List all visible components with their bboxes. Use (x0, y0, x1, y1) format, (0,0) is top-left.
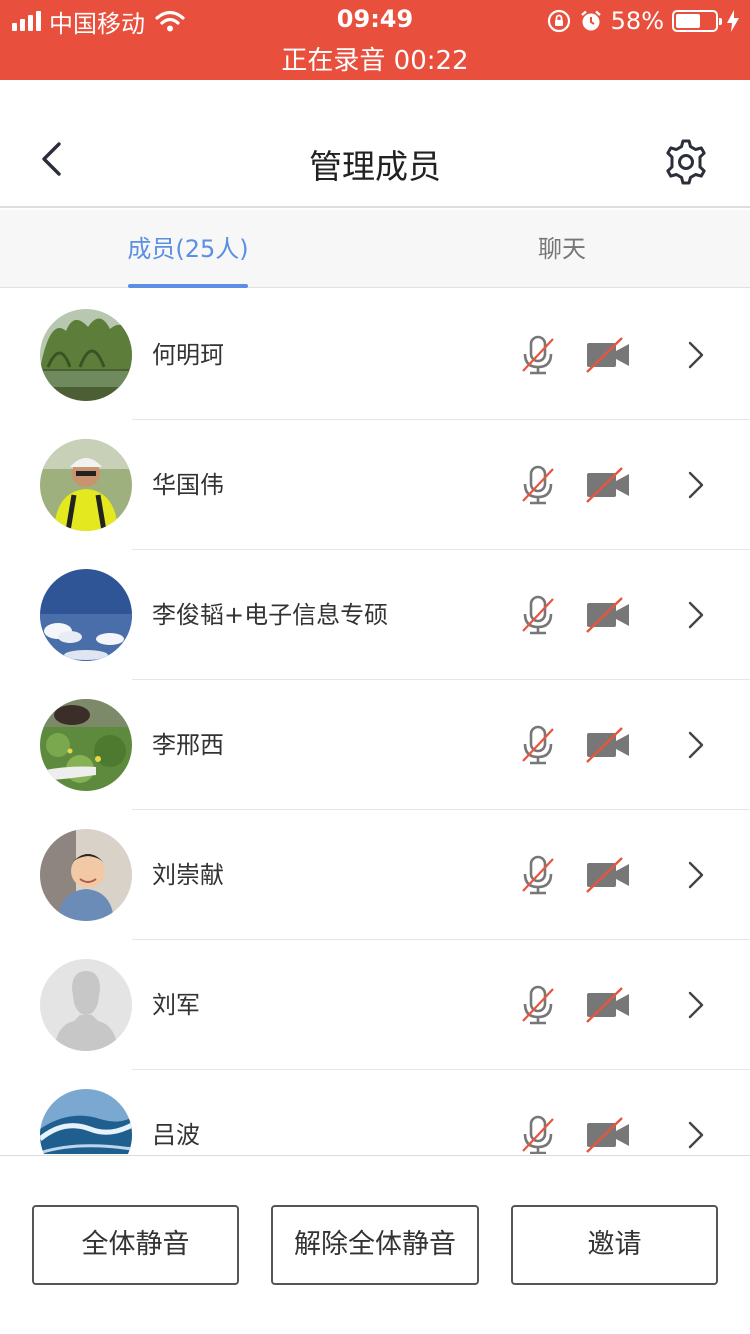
tab-members-label: 成员(25人) (127, 235, 249, 263)
camera-off-icon[interactable] (586, 987, 630, 1023)
screen: 中国移动 09:49 58% 正在录音 00:22 管理成员 成员(25人) 聊… (0, 0, 750, 1334)
member-row[interactable]: 刘军 (0, 940, 750, 1070)
camera-off-icon[interactable] (586, 857, 630, 893)
avatar (40, 569, 132, 661)
battery-percent: 58% (610, 7, 664, 35)
avatar (40, 699, 132, 791)
chevron-right-icon[interactable] (684, 730, 708, 760)
camera-off-icon[interactable] (586, 597, 630, 633)
member-name: 刘崇献 (152, 861, 224, 889)
camera-off-icon[interactable] (586, 337, 630, 373)
member-list[interactable]: 何明珂 华国伟 李俊韬+电子信息专硕 李邢西 刘崇献 刘军 吕波 (0, 290, 750, 1154)
chevron-right-icon[interactable] (684, 1120, 708, 1150)
member-name: 李俊韬+电子信息专硕 (152, 601, 389, 629)
charging-icon (727, 10, 739, 32)
camera-off-icon[interactable] (586, 727, 630, 763)
chevron-right-icon[interactable] (684, 340, 708, 370)
mic-muted-icon[interactable] (518, 725, 558, 765)
member-row[interactable]: 刘崇献 (0, 810, 750, 940)
avatar (40, 309, 132, 401)
avatar (40, 1089, 132, 1154)
invite-button[interactable]: 邀请 (511, 1205, 718, 1285)
chevron-right-icon[interactable] (684, 470, 708, 500)
member-name: 刘军 (152, 991, 200, 1019)
member-name: 吕波 (152, 1121, 200, 1149)
bottom-action-bar: 全体静音 解除全体静音 邀请 (0, 1155, 750, 1334)
mic-muted-icon[interactable] (518, 595, 558, 635)
chevron-right-icon[interactable] (684, 600, 708, 630)
member-name: 何明珂 (152, 341, 224, 369)
mic-muted-icon[interactable] (518, 335, 558, 375)
tab-chat-label: 聊天 (538, 235, 586, 263)
chevron-right-icon[interactable] (684, 860, 708, 890)
mic-muted-icon[interactable] (518, 465, 558, 505)
member-row[interactable]: 李俊韬+电子信息专硕 (0, 550, 750, 680)
avatar (40, 829, 132, 921)
status-bar: 中国移动 09:49 58% 正在录音 00:22 (0, 0, 750, 80)
chevron-right-icon[interactable] (684, 990, 708, 1020)
tab-bar: 成员(25人) 聊天 (0, 210, 750, 288)
nav-bar: 管理成员 (0, 80, 750, 208)
member-row[interactable]: 李邢西 (0, 680, 750, 810)
mute-all-button[interactable]: 全体静音 (32, 1205, 239, 1285)
member-name: 华国伟 (152, 471, 224, 499)
active-tab-indicator (128, 284, 248, 288)
member-name: 李邢西 (152, 731, 224, 759)
tab-members[interactable]: 成员(25人) (98, 210, 278, 288)
status-right: 58% (547, 6, 740, 36)
mic-muted-icon[interactable] (518, 855, 558, 895)
recording-indicator[interactable]: 正在录音 00:22 (0, 40, 750, 77)
member-row[interactable]: 吕波 (0, 1070, 750, 1154)
mic-muted-icon[interactable] (518, 1115, 558, 1154)
member-row[interactable]: 何明珂 (0, 290, 750, 420)
settings-gear-icon[interactable] (662, 138, 710, 186)
mic-muted-icon[interactable] (518, 985, 558, 1025)
rotation-lock-icon (547, 9, 570, 33)
alarm-icon (580, 10, 601, 31)
avatar (40, 959, 132, 1051)
camera-off-icon[interactable] (586, 1117, 630, 1153)
battery-icon (672, 10, 722, 32)
tab-chat[interactable]: 聊天 (472, 210, 652, 288)
member-row[interactable]: 华国伟 (0, 420, 750, 550)
unmute-all-button[interactable]: 解除全体静音 (271, 1205, 479, 1285)
avatar (40, 439, 132, 531)
page-title: 管理成员 (309, 147, 441, 186)
camera-off-icon[interactable] (586, 467, 630, 503)
